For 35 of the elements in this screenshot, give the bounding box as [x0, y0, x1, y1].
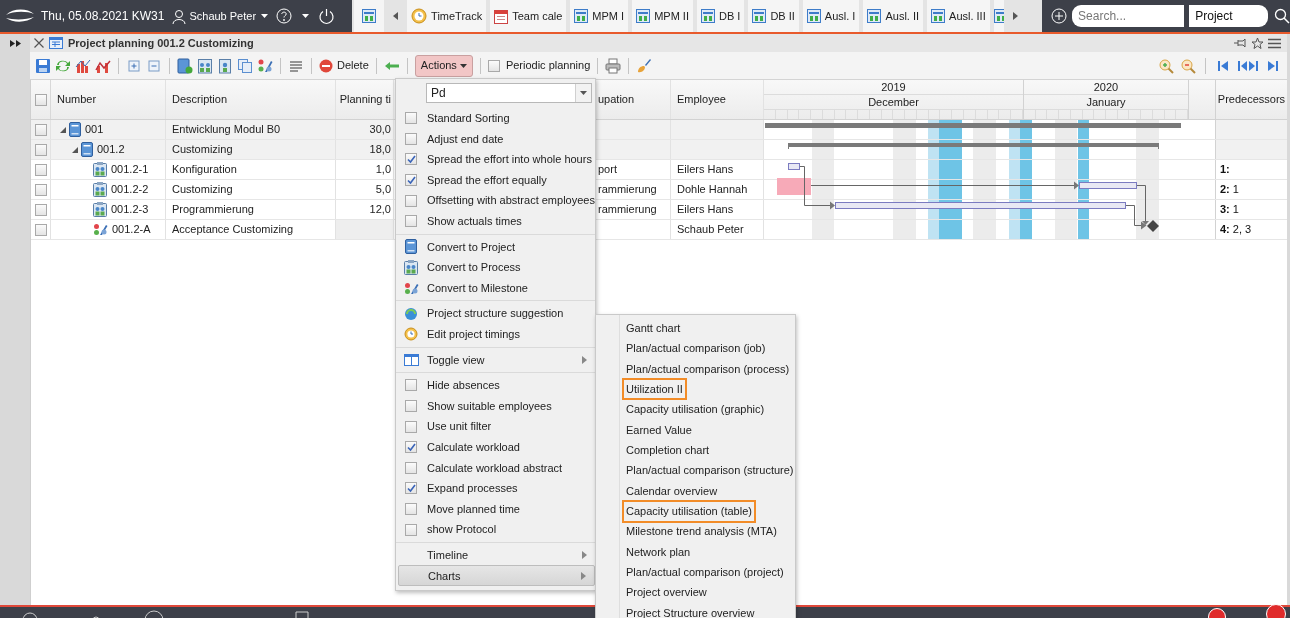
table-cell-text: 4: 2, 3 — [1220, 222, 1252, 238]
table-cell-text: Customizing — [172, 142, 233, 158]
table-cell-text: 30,0 — [369, 122, 391, 138]
table-cell-text: 001.2-3 — [111, 202, 149, 218]
checkbox-label: Periodic planning — [505, 58, 591, 74]
table-cell-text: 001.2-1 — [111, 162, 149, 178]
table-cell-text: Eilers Hans — [677, 202, 734, 218]
table-cell-text: rammierung — [598, 182, 657, 198]
table-cell-text: 2: 1 — [1220, 182, 1239, 198]
table-cell-text: Acceptance Customizing — [172, 222, 294, 238]
date-text: Thu, 05.08.2021 KW31 — [41, 8, 165, 25]
table-cell-text: 1,0 — [375, 162, 391, 178]
table-cell-text: port — [598, 162, 617, 178]
table-cell-text: Entwicklung Modul B0 — [172, 122, 281, 138]
month-header: December — [764, 95, 1023, 110]
year-header: 2020 — [1024, 80, 1188, 95]
table-cell-text: 12,0 — [369, 202, 391, 218]
table-cell-text: rammierung — [598, 202, 657, 218]
table-cell-text: Customizing — [172, 182, 233, 198]
table-cell-text: Programmierung — [172, 202, 254, 218]
table-cell-text: Schaub Peter — [677, 222, 744, 238]
month-header: January — [1024, 95, 1188, 110]
table-cell-text: 1: — [1220, 162, 1230, 178]
table-cell-text: 001.2 — [97, 142, 125, 158]
year-header: 2019 — [764, 80, 1023, 95]
window-title: Project planning 001.2 Customizing — [68, 35, 254, 51]
table-cell-text: Eilers Hans — [677, 162, 734, 178]
table-cell-text: Dohle Hannah — [677, 182, 748, 198]
table-cell-text: 001.2-2 — [111, 182, 149, 198]
table-cell-text: Konfiguration — [172, 162, 237, 178]
table-cell-text: 5,0 — [375, 182, 391, 198]
table-cell-text: 001 — [85, 122, 104, 138]
table-cell-text: 18,0 — [369, 142, 391, 158]
table-cell-text: 3: 1 — [1220, 202, 1239, 218]
table-cell-text: 001.2-A — [112, 222, 151, 238]
